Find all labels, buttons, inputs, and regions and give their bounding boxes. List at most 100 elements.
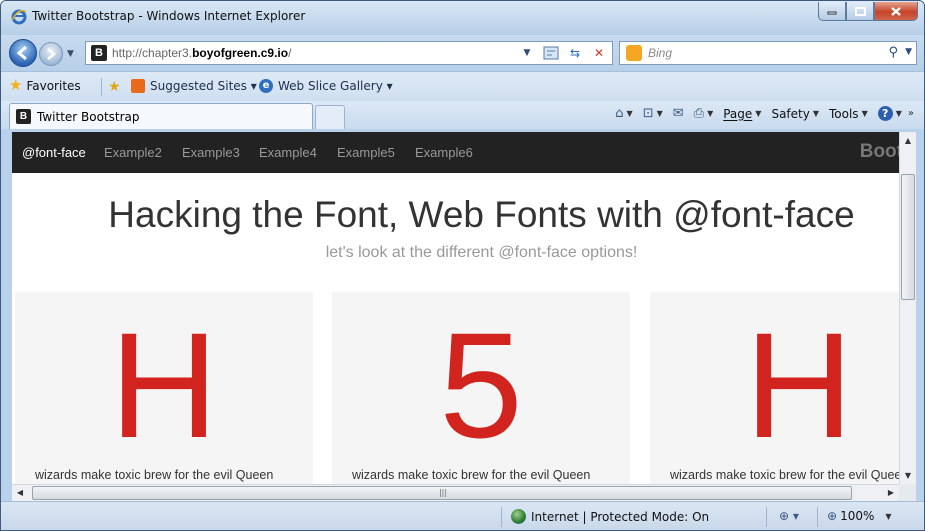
scroll-right-arrow-icon[interactable]: ▶ — [883, 485, 899, 501]
hero-subtitle: let's look at the different @font-face o… — [325, 244, 638, 261]
web-slice-gallery-label: Web Slice Gallery ▾ — [278, 79, 393, 93]
navigation-bar: ▼ B http://chapter3.boyofgreen.c9.io/ ▼ … — [1, 35, 924, 71]
favorites-button[interactable]: ★ Favorites — [9, 78, 81, 93]
web-slice-gallery-icon: e — [259, 79, 273, 93]
font-sample-caption: wizards make toxic brew for the evil Que… — [35, 468, 274, 482]
status-separator — [766, 507, 767, 527]
status-separator — [817, 507, 818, 527]
page-viewport: @font-face Example2 Example3 Example4 Ex… — [12, 132, 899, 484]
page-menu[interactable]: Page ▼ — [723, 107, 761, 121]
nav-item-example3[interactable]: Example3 — [182, 145, 240, 160]
font-sample-card: 5 wizards make toxic brew for the evil Q… — [332, 292, 630, 484]
search-placeholder: Bing — [648, 46, 673, 60]
home-button[interactable]: ⌂ ▼ — [615, 106, 632, 121]
maximize-button[interactable] — [846, 2, 874, 21]
more-commands-chevron-icon[interactable]: » — [908, 108, 914, 119]
nav-item-example2[interactable]: Example2 — [104, 145, 162, 160]
tab-label: Twitter Bootstrap — [37, 110, 140, 124]
font-sample-caption: wizards make toxic brew for the evil Que… — [352, 468, 591, 482]
print-button[interactable]: ⎙ ▼ — [694, 106, 714, 121]
window-controls — [818, 2, 918, 22]
suggested-sites-label: Suggested Sites ▾ — [150, 79, 257, 93]
scroll-left-arrow-icon[interactable]: ◀ — [12, 485, 28, 501]
status-separator — [501, 507, 502, 527]
scroll-down-arrow-icon[interactable]: ▼ — [900, 467, 916, 484]
read-mail-button[interactable]: ✉ — [673, 106, 684, 121]
home-icon: ⌂ — [615, 106, 624, 121]
protected-mode-lock-icon[interactable]: ⊕ ▾ — [779, 509, 799, 523]
favorites-star-icon: ★ — [9, 76, 23, 94]
internet-explorer-icon — [11, 9, 27, 25]
stop-icon[interactable]: ✕ — [590, 44, 608, 62]
maximize-icon — [854, 6, 866, 16]
web-slice-gallery-link[interactable]: e Web Slice Gallery ▾ — [259, 79, 393, 93]
add-to-favorites-bar-icon[interactable]: ★ — [108, 79, 121, 95]
rss-feed-icon: ⊡ — [642, 106, 654, 121]
internet-globe-icon — [511, 509, 526, 524]
address-dropdown-icon[interactable]: ▼ — [518, 44, 536, 62]
nav-item-font-face[interactable]: @font-face — [22, 145, 86, 160]
feeds-button[interactable]: ⊡ ▼ — [643, 106, 663, 121]
nav-item-example6[interactable]: Example6 — [415, 145, 473, 160]
tools-menu-caret-icon: ▼ — [861, 109, 868, 118]
hero-title: Hacking the Font, Web Fonts with @font-f… — [108, 194, 855, 235]
security-zone-label: Internet | Protected Mode: On — [531, 509, 710, 524]
nav-item-example4[interactable]: Example4 — [259, 145, 317, 160]
font-sample-card: H wizards make toxic brew for the evil Q… — [650, 292, 899, 484]
font-sample-card: H wizards make toxic brew for the evil Q… — [15, 292, 313, 484]
bing-icon — [626, 45, 642, 61]
new-tab-button[interactable] — [315, 105, 345, 129]
nav-item-example5[interactable]: Example5 — [337, 145, 395, 160]
zoom-value: 100% — [840, 509, 875, 523]
vertical-scroll-thumb[interactable] — [901, 174, 915, 300]
help-button[interactable]: ? ▼ — [877, 106, 902, 121]
suggested-sites-icon — [131, 79, 145, 93]
back-button[interactable] — [9, 39, 37, 67]
refresh-icon[interactable]: ⇆ — [566, 44, 584, 62]
url-suffix: / — [288, 46, 292, 60]
printer-icon: ⎙ — [693, 106, 705, 121]
forward-button[interactable] — [39, 42, 63, 66]
feeds-dropdown-icon: ▼ — [656, 109, 663, 118]
mail-icon: ✉ — [672, 106, 684, 121]
title-bar: Twitter Bootstrap - Windows Internet Exp… — [1, 1, 924, 35]
font-sample-caption: wizards make toxic brew for the evil Que… — [670, 468, 899, 482]
help-dropdown-icon: ▼ — [895, 109, 902, 118]
tab-twitter-bootstrap[interactable]: B Twitter Bootstrap — [9, 103, 313, 129]
address-url[interactable]: http://chapter3.boyofgreen.c9.io/ — [112, 46, 291, 60]
close-button[interactable] — [874, 2, 918, 21]
close-icon — [891, 6, 901, 16]
favorites-label: Favorites — [26, 78, 81, 93]
safety-menu-caret-icon: ▼ — [812, 109, 819, 118]
minimize-icon — [827, 11, 837, 15]
compatibility-view-icon[interactable] — [542, 44, 560, 62]
status-bar: Internet | Protected Mode: On ⊕ ▾ ⊕ 100%… — [1, 501, 924, 530]
font-sample-glyph: H — [744, 301, 854, 469]
recent-pages-dropdown-icon[interactable]: ▼ — [67, 49, 74, 59]
address-bar[interactable]: B http://chapter3.boyofgreen.c9.io/ ▼ ⇆ … — [85, 41, 613, 65]
navbar-brand[interactable]: Boot — [860, 141, 899, 163]
home-dropdown-icon: ▼ — [626, 109, 633, 118]
search-magnifier-icon[interactable]: ⚲ — [888, 45, 898, 60]
font-sample-glyph: H — [109, 301, 219, 469]
page-menu-caret-icon: ▼ — [755, 109, 762, 118]
tools-menu[interactable]: Tools ▼ — [829, 107, 868, 121]
horizontal-scrollbar[interactable]: ◀ ||| ▶ — [12, 484, 899, 501]
tools-menu-label: Tools — [829, 106, 859, 121]
safety-menu[interactable]: Safety ▼ — [771, 107, 819, 121]
security-zone[interactable]: Internet | Protected Mode: On — [511, 509, 709, 524]
scroll-up-arrow-icon[interactable]: ▲ — [900, 132, 916, 149]
suggested-sites-link[interactable]: Suggested Sites ▾ — [131, 79, 257, 93]
horizontal-scroll-thumb[interactable]: ||| — [32, 486, 852, 500]
zoom-level[interactable]: ⊕ 100% ▼ — [827, 509, 892, 523]
vertical-scrollbar[interactable]: ▲ ▼ — [899, 132, 916, 484]
minimize-button[interactable] — [818, 2, 846, 21]
site-favicon: B — [91, 45, 107, 61]
help-icon: ? — [877, 106, 893, 121]
window-title: Twitter Bootstrap - Windows Internet Exp… — [32, 9, 306, 23]
search-dropdown-icon[interactable]: ▼ — [905, 47, 912, 57]
search-box[interactable]: Bing ⚲ ▼ — [619, 41, 917, 65]
zoom-dropdown-icon: ▼ — [885, 511, 892, 521]
forward-arrow-icon — [47, 48, 56, 60]
address-actions: ▼ ⇆ ✕ — [518, 44, 608, 62]
